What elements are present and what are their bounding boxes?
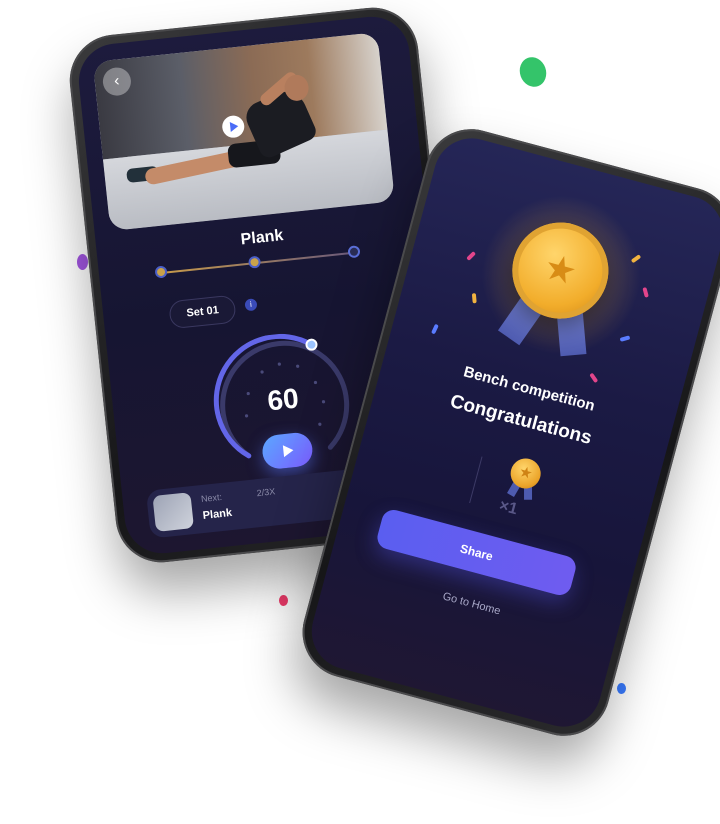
next-exercise-thumbnail — [152, 492, 194, 532]
next-set-count: 2/3X — [256, 486, 276, 499]
confetti-piece — [471, 293, 477, 304]
confetti-piece — [466, 251, 477, 261]
next-label: Next: — [200, 491, 223, 505]
confetti-dot-green — [515, 53, 551, 91]
progress-step-2 — [247, 255, 262, 269]
info-icon[interactable]: i — [244, 298, 258, 312]
timer-dial: 60 — [207, 327, 361, 481]
confetti-dot-blue — [617, 683, 626, 694]
exercise-video[interactable]: ‹ — [92, 32, 395, 232]
star-icon: ★ — [539, 245, 582, 294]
confetti-piece — [431, 323, 439, 335]
confetti-dot-purple — [77, 254, 88, 270]
confetti-piece — [642, 287, 649, 298]
set-selector[interactable]: Set 01 — [168, 294, 238, 330]
chevron-left-icon: ‹ — [113, 72, 121, 90]
medal-count: ×1 — [497, 497, 520, 519]
progress-step-1 — [154, 265, 168, 279]
progress-step-3 — [347, 245, 361, 259]
next-exercise-name: Plank — [202, 506, 233, 522]
stats-divider — [469, 456, 483, 504]
star-icon: ★ — [517, 463, 535, 483]
confetti-piece — [589, 372, 599, 384]
confetti-piece — [619, 335, 631, 342]
confetti-dot-pink — [279, 595, 288, 606]
